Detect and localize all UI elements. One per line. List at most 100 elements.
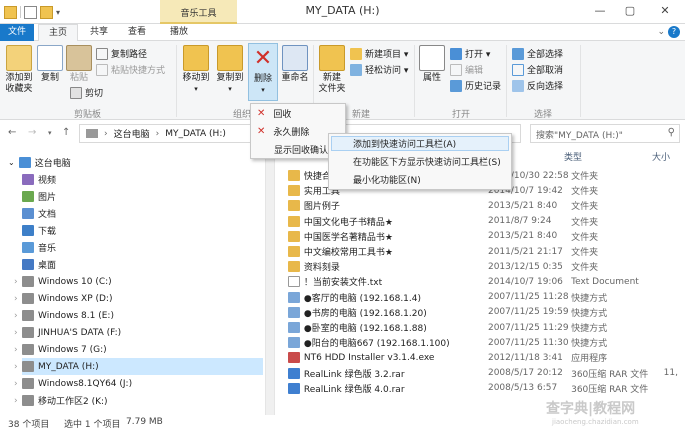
file-row[interactable]: 资料刻录 2013/12/15 0:35 文件夹 (288, 259, 678, 274)
expand-chevron-icon[interactable]: › (14, 277, 18, 287)
file-row[interactable]: ●阳台的电脑667 (192.168.1.100) 2007/11/25 11:3… (288, 335, 678, 350)
nav-item[interactable]: › 移动工作区2 (K:) (14, 392, 263, 409)
forward-button[interactable]: → (28, 127, 36, 138)
menu-item-permanent-delete[interactable]: ✕ 永久删除 (257, 125, 309, 138)
new-folder-button[interactable]: 新建 文件夹 (316, 45, 348, 95)
nav-item[interactable]: 文档 (22, 205, 263, 222)
file-row[interactable]: ！当前安装文件.txt 2014/10/7 19:06 Text Document (288, 274, 678, 289)
column-header-size[interactable]: 大小 (652, 150, 670, 163)
tab-play[interactable]: 播放 (162, 24, 196, 41)
invert-selection-button[interactable]: 反向选择 (512, 79, 563, 92)
nav-item[interactable]: › Windows XP (D:) (14, 290, 263, 307)
file-row[interactable]: RealLink 绿色版 3.2.rar 2008/5/17 20:12 360压缩… (288, 366, 678, 381)
easy-access-button[interactable]: 轻松访问 ▾ (350, 63, 408, 76)
properties-button[interactable]: 属性 (418, 45, 446, 84)
file-row[interactable]: NT6 HDD Installer v3.1.4.exe 2012/11/18 3… (288, 350, 678, 365)
search-input[interactable]: 搜索"MY_DATA (H:)" ⚲ (530, 124, 680, 143)
pin-to-favorites-button[interactable]: 添加到 收藏夹 (3, 45, 35, 95)
file-name: 中国文化电子书精品★ (303, 217, 393, 228)
nav-item[interactable]: 桌面 (22, 256, 263, 273)
help-icon[interactable]: ? (668, 26, 680, 38)
copy-path-button[interactable]: 复制路径 (96, 47, 147, 60)
file-date: 2011/8/7 9:24 (487, 216, 552, 227)
paste-button[interactable]: 粘贴 (66, 45, 92, 84)
expand-chevron-icon[interactable]: › (14, 379, 18, 389)
tab-home[interactable]: 主页 (38, 24, 78, 42)
copy-button[interactable]: 复制 (37, 45, 63, 84)
maximize-button[interactable]: ▢ (615, 0, 645, 22)
folder-icon (288, 170, 300, 181)
expand-chevron-icon[interactable]: › (14, 294, 18, 304)
menu-item-add-to-qat[interactable]: 添加到快速访问工具栏(A) (331, 136, 509, 151)
folder-icon (288, 261, 300, 273)
nav-item[interactable]: › MY_DATA (H:) (14, 358, 263, 375)
back-button[interactable]: ← (8, 127, 16, 138)
nav-item[interactable]: 图片 (22, 188, 263, 205)
breadcrumb-current-drive[interactable]: MY_DATA (H:) (165, 129, 226, 139)
nav-item[interactable]: › Windows8.1QY64 (J:) (14, 375, 263, 392)
file-row[interactable]: ●卧室的电脑 (192.168.1.88) 2007/11/25 11:29 快捷方… (288, 320, 678, 335)
file-row[interactable]: ●书房的电脑 (192.168.1.20) 2007/11/25 19:59 快捷方… (288, 305, 678, 320)
close-button[interactable]: ✕ (645, 0, 685, 22)
expand-chevron-icon[interactable]: › (14, 328, 18, 338)
expand-chevron-icon[interactable]: › (14, 345, 18, 355)
paste-shortcut-icon (96, 63, 108, 76)
folder-icon (288, 200, 300, 212)
file-row[interactable]: RealLink 绿色版 4.0.rar 2008/5/13 6:57 360压缩 … (288, 381, 678, 396)
nav-item[interactable]: 视频 (22, 171, 263, 188)
file-row[interactable]: ●客厅的电脑 (192.168.1.4) 2007/11/25 11:28 快捷方式 (288, 290, 678, 305)
search-icon: ⚲ (667, 127, 675, 138)
select-all-button[interactable]: 全部选择 (512, 47, 563, 60)
copy-to-button[interactable]: 复制到 ▾ (214, 45, 246, 95)
pane-splitter[interactable] (265, 146, 275, 415)
nav-item[interactable]: › Windows 7 (G:) (14, 341, 263, 358)
delete-button[interactable]: ✕ 删除 ▾ (248, 43, 278, 101)
video-folder-icon (22, 174, 34, 185)
tab-view[interactable]: 查看 (120, 24, 154, 41)
nav-item[interactable]: 下载 (22, 222, 263, 239)
nav-item[interactable]: 音乐 (22, 239, 263, 256)
breadcrumb-this-pc[interactable]: 这台电脑 (114, 127, 150, 140)
recent-locations-icon[interactable]: ▾ (48, 129, 52, 137)
file-row[interactable]: 中国文化电子书精品★ 2011/8/7 9:24 文件夹 (288, 214, 678, 229)
rename-button[interactable]: 重命名 (280, 45, 310, 84)
new-item-button[interactable]: 新建项目 ▾ (350, 47, 408, 60)
nav-item[interactable]: › Windows 10 (C:) (14, 273, 263, 290)
file-type: 360压缩 RAR 文件 (571, 384, 649, 395)
expand-chevron-icon[interactable]: › (14, 396, 18, 406)
history-button[interactable]: 历史记录 (450, 79, 501, 92)
move-to-button[interactable]: 移动到 ▾ (180, 45, 212, 95)
nav-item[interactable]: › Windows 8.1 (E:) (14, 307, 263, 324)
expand-chevron-icon[interactable]: › (14, 362, 18, 372)
invert-selection-icon (512, 79, 524, 92)
edit-label: 编辑 (465, 66, 484, 76)
file-row[interactable]: 中国医学名著精品书★ 2013/5/21 8:40 文件夹 (288, 229, 678, 244)
expand-chevron-icon[interactable]: › (14, 311, 18, 321)
open-button[interactable]: 打开 ▾ (450, 47, 490, 60)
window-title: MY_DATA (H:) (305, 4, 380, 17)
ribbon-expand-icon[interactable]: ⌄ (657, 27, 665, 37)
rar-icon (288, 382, 300, 394)
nav-item[interactable]: › JINHUA'S DATA (F:) (14, 324, 263, 341)
text-file-icon (288, 276, 300, 288)
nav-item[interactable]: ⌄ 这台电脑 (8, 154, 263, 171)
file-row[interactable]: 图片例子 2013/5/21 8:40 文件夹 (288, 198, 678, 213)
select-none-button[interactable]: 全部取消 (512, 63, 563, 76)
paste-shortcut-button[interactable]: 粘贴快捷方式 (96, 63, 165, 76)
selection-count: 选中 1 个项目 (64, 420, 121, 430)
file-row[interactable]: 中文编校常用工具书★ 2011/5/21 21:17 文件夹 (288, 244, 678, 259)
cut-button[interactable]: 剪切 (70, 86, 103, 99)
properties-label: 属性 (422, 73, 441, 83)
drive-icon (86, 129, 98, 138)
up-button[interactable]: ↑ (62, 127, 70, 138)
tab-file[interactable]: 文件 (0, 24, 34, 41)
expand-chevron-icon[interactable]: ⌄ (8, 158, 15, 167)
copy-to-dropdown-icon: ▾ (228, 85, 232, 93)
menu-item-show-qat-below[interactable]: 在功能区下方显示快速访问工具栏(S) (353, 155, 501, 168)
column-header-type[interactable]: 类型 (564, 150, 582, 163)
tab-share[interactable]: 共享 (82, 24, 116, 41)
edit-button[interactable]: 编辑 (450, 63, 483, 76)
menu-item-minimize-ribbon[interactable]: 最小化功能区(N) (353, 173, 421, 186)
menu-item-recycle[interactable]: ✕ 回收 (257, 107, 291, 120)
minimize-button[interactable]: — (585, 0, 615, 22)
